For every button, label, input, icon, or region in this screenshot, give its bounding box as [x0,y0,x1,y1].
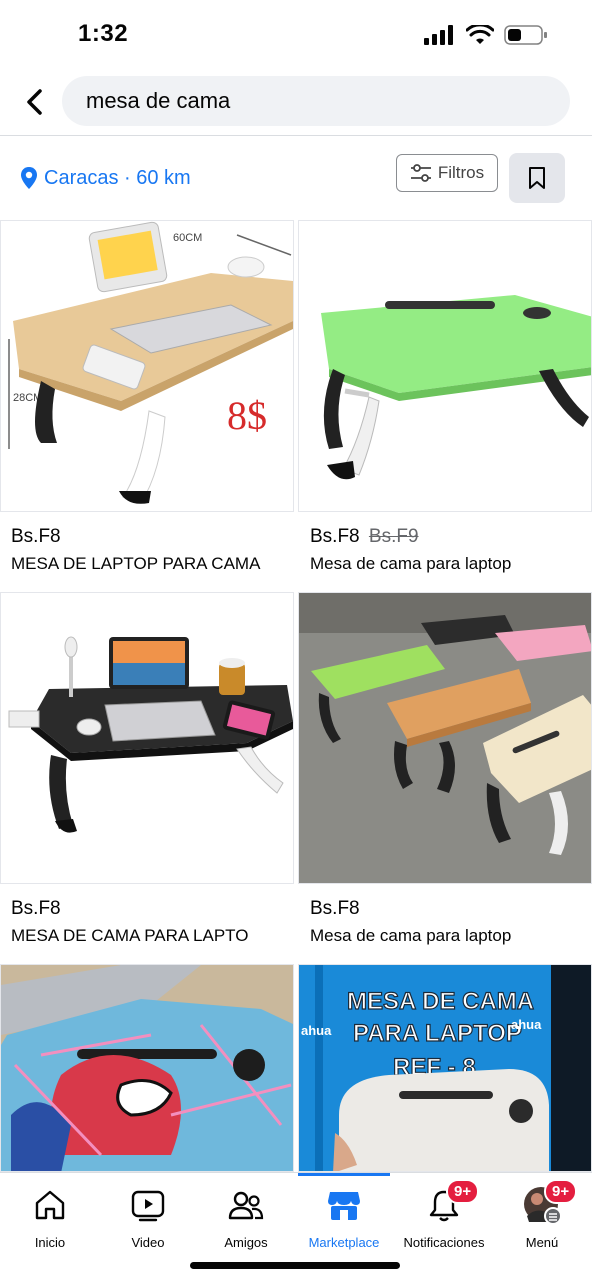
bell-icon: 9+ [424,1179,480,1225]
active-tab-indicator [298,1173,390,1176]
nav-label: Inicio [34,1235,66,1250]
nav-label: Menú [525,1235,559,1250]
listing-card[interactable]: MESA DE CAMA PARA LAPTOP REF - 8 ahua ah… [298,964,592,1172]
green-table-photo [299,221,591,511]
nav-item-video[interactable]: Video [98,1185,198,1255]
nav-item-marketplace[interactable]: Marketplace [294,1185,394,1255]
search-header: mesa de cama [0,70,592,136]
location-row: Caracas · 60 km Filtros [0,138,592,218]
status-time: 1:32 [78,20,129,47]
saved-button[interactable] [509,153,565,203]
dimension-label-width: 60CM [173,232,202,244]
listing-price: Bs.F8 [11,526,61,548]
sliders-icon [410,164,431,182]
menu-badge: 9+ [544,1179,578,1204]
listing-price: Bs.F8 [11,898,61,920]
watermark-logo-right: ahua [511,1017,542,1032]
marketplace-icon [324,1185,364,1225]
spiderman-table-photo [1,965,293,1171]
location-selector[interactable]: Caracas · 60 km [20,166,191,190]
original-price: Bs.F9 [368,526,419,547]
listing-price: Bs.F8 Bs.F9 [310,526,419,548]
promo-line-2: PARA LAPTOP [353,1020,522,1047]
price-value: Bs.F8 [11,526,61,547]
listing-image[interactable] [298,220,592,512]
listing-image[interactable]: 60CM 28CM 8$ [0,220,294,512]
nav-label: Marketplace [308,1235,380,1250]
chevron-left-icon [27,89,42,115]
listing-image[interactable] [298,592,592,884]
watermark-logo-left: ahua [301,1023,332,1038]
location-pin-icon [21,167,37,189]
home-icon [30,1185,70,1225]
nav-item-notificaciones[interactable]: 9+ Notificaciones [394,1179,494,1255]
avatar: 9+ [522,1179,578,1225]
nav-label: Amigos [224,1235,268,1250]
listing-price: Bs.F8 [310,898,360,920]
friends-icon [226,1185,266,1225]
bookmark-icon [529,167,545,189]
listing-title: MESA DE CAMA PARA LAPTO [11,926,249,945]
listing-title: Mesa de cama para laptop [310,554,512,573]
price-value: Bs.F8 [11,898,61,919]
promo-line-1: MESA DE CAMA [347,988,534,1015]
listing-card[interactable]: Bs.F8 Mesa de cama para laptop [298,592,592,962]
listing-card[interactable]: Bs.F8 MESA DE CAMA PARA LAPTO [0,592,294,962]
nav-item-menu[interactable]: 9+ Menú [492,1179,592,1255]
black-table-photo [1,593,293,883]
nav-item-amigos[interactable]: Amigos [196,1185,296,1255]
status-icons [424,24,548,46]
listing-card[interactable] [0,964,294,1172]
wifi-icon [466,25,494,44]
filters-label: Filtros [437,163,485,182]
listing-image[interactable]: MESA DE CAMA PARA LAPTOP REF - 8 ahua ah… [298,964,592,1172]
back-button[interactable] [18,84,50,120]
listing-title: MESA DE LAPTOP PARA CAMA [11,554,261,573]
video-icon [128,1185,168,1225]
listing-image[interactable] [0,592,294,884]
listing-image[interactable] [0,964,294,1172]
listing-card[interactable]: Bs.F8 Bs.F9 Mesa de cama para laptop [298,220,592,590]
home-indicator [190,1262,400,1269]
price-value: Bs.F8 [310,898,360,919]
laptop-table-photo: 60CM 28CM 8$ [1,221,293,511]
location-label: Caracas · 60 km [44,166,191,189]
filters-button[interactable]: Filtros [396,154,498,192]
nav-label: Notificaciones [403,1235,485,1250]
listing-title: Mesa de cama para laptop [310,926,512,945]
signal-icon [424,25,453,45]
price-value: Bs.F8 [310,526,360,547]
search-input[interactable]: mesa de cama [62,76,570,126]
battery-icon [504,25,547,45]
multicolor-tables-photo [299,593,591,883]
nav-item-inicio[interactable]: Inicio [0,1185,100,1255]
status-bar: 1:32 [0,0,592,70]
promo-table-photo: MESA DE CAMA PARA LAPTOP REF - 8 ahua ah… [299,965,591,1171]
listing-card[interactable]: 60CM 28CM 8$ Bs.F8 MESA DE LAPTOP PARA C… [0,220,294,590]
nav-label: Video [131,1235,165,1250]
price-overlay: 8$ [227,393,267,438]
notification-badge: 9+ [446,1179,480,1204]
